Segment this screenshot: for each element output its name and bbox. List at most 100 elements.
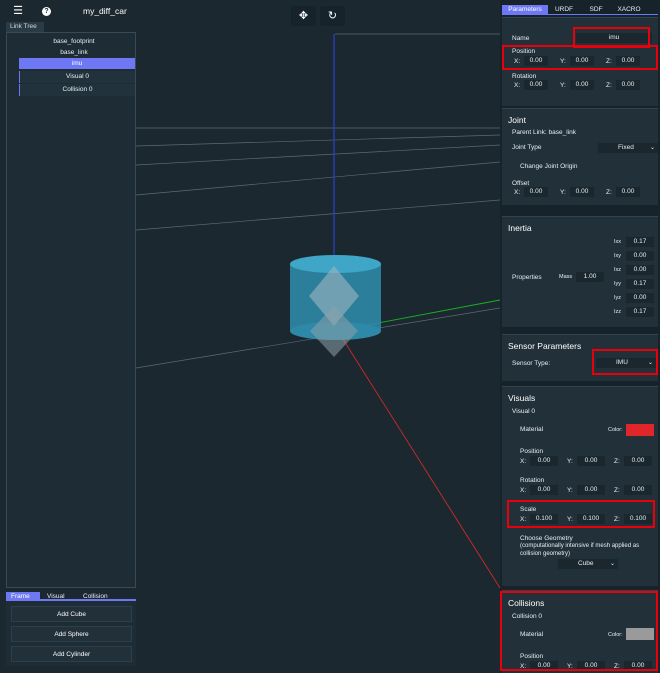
add-sphere-button[interactable]: Add Sphere [11,626,132,642]
rot-x-label: X: [514,82,521,89]
rot-y-label: Y: [560,82,566,89]
tab-urdf[interactable]: URDF [550,5,578,15]
move-icon: ✥ [298,10,309,22]
geometry-note: (computationally intensive if mesh appli… [520,543,640,557]
offset-x-input[interactable]: 0.00 [524,187,548,197]
rot-z-label: Z: [606,82,612,89]
x-axis-line [333,324,501,589]
properties-label: Properties [512,274,542,281]
izz-label: Izz [614,309,622,315]
visual-rotation-label: Rotation [520,477,545,484]
tab-collision[interactable]: Collision [78,592,122,601]
izz-input[interactable]: 0.17 [626,307,654,317]
move-button[interactable]: ✥ [291,6,316,26]
properties-tabs: Parameters URDF SDF XACRO [502,5,658,15]
iyy-input[interactable]: 0.17 [626,279,654,289]
mass-label: Mass [559,274,573,280]
visual-color-swatch[interactable] [626,424,654,436]
tree-item-imu[interactable]: imu [19,58,135,69]
add-shape-tabs: Frame Visual Collision [6,592,136,601]
parent-link-label: Parent Link: base_link [512,129,576,136]
highlight-collisions [500,591,658,671]
ixy-input[interactable]: 0.00 [626,251,654,261]
add-cube-button[interactable]: Add Cube [11,606,132,622]
vis-pos-x-label: X: [520,458,527,465]
vis-rot-z-label: Z: [614,487,620,494]
change-joint-origin-button[interactable]: Change Joint Origin [520,163,577,170]
help-icon[interactable]: ? [42,7,51,16]
iyy-label: Iyy [614,281,622,287]
vis-pos-y-label: Y: [567,458,573,465]
visuals-section: Visuals Visual 0 Material Color: Positio… [502,386,658,586]
iyz-label: Iyz [614,295,622,301]
tab-xacro[interactable]: XACRO [614,5,644,15]
rotate-button[interactable]: ↻ [320,6,345,26]
highlight-position [502,45,658,70]
inertia-section: Inertia Properties Mass 1.00 Ixx 0.17 Ix… [502,216,658,327]
vis-pos-z-label: Z: [614,458,620,465]
rotation-label: Rotation [512,73,537,80]
add-shape-panel: Add Cube Add Sphere Add Cylinder [6,601,136,666]
vis-pos-y-input[interactable]: 0.00 [577,456,605,466]
joint-type-label: Joint Type [512,144,542,151]
offset-x-label: X: [514,189,521,196]
vis-pos-x-input[interactable]: 0.00 [530,456,558,466]
chevron-down-icon: ⌄ [609,561,615,567]
sensor-type-label: Sensor Type: [512,360,551,367]
geometry-label: Choose Geometry [520,535,573,542]
highlight-scale [507,500,655,528]
ixz-input[interactable]: 0.00 [626,265,654,275]
ixz-label: Ixz [614,267,622,273]
visual-color-label: Color: [608,427,623,433]
rotate-icon: ↻ [327,10,338,22]
rot-z-input[interactable]: 0.00 [616,80,640,90]
name-label: Name [512,35,530,42]
add-cylinder-button[interactable]: Add Cylinder [11,646,132,662]
vis-pos-z-input[interactable]: 0.00 [624,456,652,466]
geometry-select[interactable]: Cube ⌄ [558,559,618,569]
visuals-title: Visuals [508,393,536,403]
offset-z-label: Z: [606,189,612,196]
highlight-sensor-type [592,349,658,375]
link-tree-panel [6,32,136,588]
tree-item-visual-0[interactable]: Visual 0 [19,71,135,83]
properties-panel: Parameters URDF SDF XACRO Name imu Posit… [500,0,660,673]
vis-rot-y-label: Y: [567,487,573,494]
ixx-input[interactable]: 0.17 [626,237,654,247]
joint-section: Joint Parent Link: base_link Joint Type … [502,108,658,205]
offset-label: Offset [512,180,530,187]
vis-rot-z-input[interactable]: 0.00 [624,485,652,495]
vis-rot-x-input[interactable]: 0.00 [530,485,558,495]
app-title: my_diff_car [83,6,127,16]
visual-0-label: Visual 0 [512,408,536,415]
vis-rot-y-input[interactable]: 0.00 [577,485,605,495]
sensor-title: Sensor Parameters [508,341,582,351]
geometry-value: Cube [578,560,594,567]
offset-z-input[interactable]: 0.00 [616,187,640,197]
visual-position-label: Position [520,448,544,455]
vis-rot-x-label: X: [520,487,527,494]
tab-frame[interactable]: Frame [6,592,40,601]
visual-material-label: Material [520,426,544,433]
rot-y-input[interactable]: 0.00 [570,80,594,90]
tab-sdf[interactable]: SDF [582,5,610,15]
tab-visual[interactable]: Visual [42,592,76,601]
joint-title: Joint [508,115,526,125]
offset-y-label: Y: [560,189,566,196]
link-tree-tab[interactable]: Link Tree [6,22,44,32]
joint-type-select[interactable]: Fixed ⌄ [598,143,658,153]
ixx-label: Ixx [614,239,622,245]
iyz-input[interactable]: 0.00 [626,293,654,303]
app-root: { "app": {"title": "my_diff_car", "menu_… [0,0,660,673]
offset-y-input[interactable]: 0.00 [570,187,594,197]
inertia-title: Inertia [508,223,532,233]
rot-x-input[interactable]: 0.00 [524,80,548,90]
tree-item-collision-0[interactable]: Collision 0 [19,84,135,96]
y-axis-line [361,299,501,327]
chevron-down-icon: ⌄ [649,145,655,151]
mass-input[interactable]: 1.00 [576,272,604,282]
menu-icon[interactable]: ☰ [11,4,25,18]
tab-parameters[interactable]: Parameters [502,5,548,15]
joint-type-value: Fixed [618,144,634,151]
ixy-label: Ixy [614,253,622,259]
